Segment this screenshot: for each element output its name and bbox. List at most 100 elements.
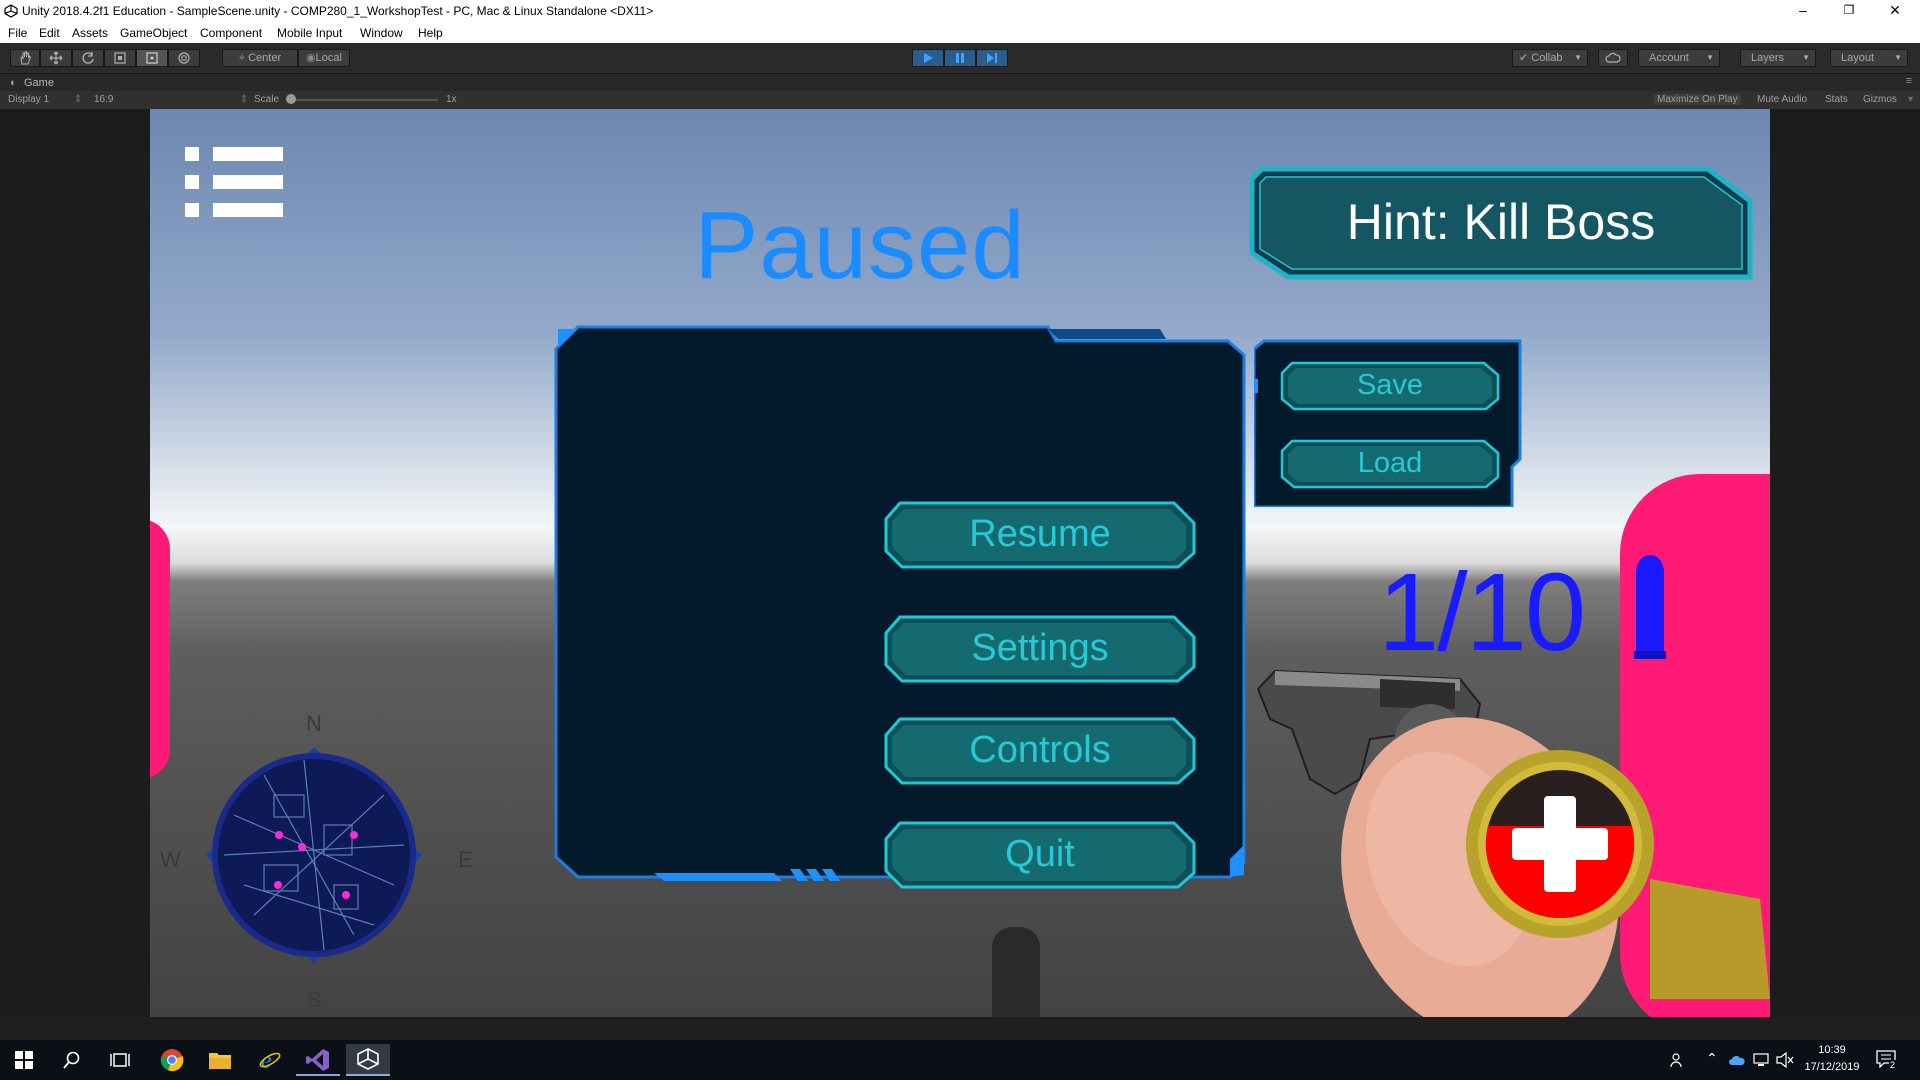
chevron-down-icon: ▼ [1706,53,1714,62]
taskbar-file-explorer[interactable] [198,1044,242,1076]
menu-component[interactable]: Component [200,26,262,40]
maximize-on-play-toggle[interactable]: Maximize On Play [1654,94,1741,105]
transform-tool-button[interactable] [168,49,200,67]
stats-toggle[interactable]: Stats [1825,94,1848,105]
chevron-down-icon: ▾ [1908,94,1914,105]
windows-start-button[interactable] [2,1044,46,1076]
scale-label: Scale [254,94,280,105]
internet-explorer-icon: e [259,1048,281,1072]
restore-button[interactable]: ❐ [1826,0,1872,23]
play-button[interactable] [912,49,944,67]
task-view-button[interactable] [98,1044,142,1076]
layers-label: Layers [1751,52,1785,64]
windows-taskbar: e ⌃ 10:39 17/12/2019 2 [0,1040,1920,1080]
quit-label: Quit [1005,833,1075,875]
controls-button[interactable]: Controls [884,717,1196,785]
settings-button[interactable]: Settings [884,615,1196,683]
ground-shadow [992,927,1040,1017]
display-dropdown[interactable]: Display 1 [8,94,49,105]
move-tool-button[interactable] [40,49,72,67]
unity-logo-icon [4,4,18,18]
collab-label: Collab [1531,52,1563,64]
account-dropdown[interactable]: Account ▼ [1638,49,1720,67]
menu-help[interactable]: Help [418,26,443,40]
quit-button[interactable]: Quit [884,821,1196,889]
menu-gameobject[interactable]: GameObject [120,26,187,40]
check-icon: ✔ [1519,52,1529,64]
step-button[interactable] [976,49,1008,67]
hand-tool-button[interactable] [10,49,40,67]
hamburger-menu-icon[interactable] [185,147,285,217]
ammo-counter: 1/10 [1378,551,1586,674]
rect-tool-button[interactable] [136,49,168,67]
pivot-local-button[interactable]: ◉Local [298,49,350,67]
taskbar-chrome[interactable] [150,1044,194,1076]
load-button[interactable]: Load [1280,439,1500,489]
gizmos-dropdown[interactable]: Gizmos [1863,94,1897,105]
scale-slider-track[interactable] [288,99,438,101]
taskbar-visual-studio[interactable] [296,1044,340,1076]
minimap [206,747,422,963]
mute-audio-toggle[interactable]: Mute Audio [1757,94,1807,105]
health-kit-icon [1466,750,1654,938]
save-button[interactable]: Save [1280,361,1500,411]
pause-panel-frame [554,325,1246,881]
chrome-icon [160,1049,184,1072]
game-view[interactable]: Paused Hint: Kill Boss Resume Settings C… [150,109,1770,1017]
aspect-dropdown[interactable]: 16:9 [94,94,113,105]
game-control-bar: Display 1 ⇕ 16:9 ⇕ Scale 1x Maximize On … [0,91,1920,110]
aspect-dropdown-caret: ⇕ [240,94,249,105]
hint-banner: Hint: Kill Boss [1248,161,1754,283]
action-center-button[interactable]: 2 [1876,1048,1900,1072]
people-icon[interactable] [1670,1052,1686,1068]
menu-file[interactable]: File [8,26,27,40]
display-dropdown-caret: ⇕ [74,94,83,105]
menu-assets[interactable]: Assets [72,26,108,40]
menu-mobile-input[interactable]: Mobile Input [277,26,342,40]
layers-dropdown[interactable]: Layers ▼ [1740,49,1816,67]
rotate-tool-button[interactable] [72,49,104,67]
menu-window[interactable]: Window [360,26,403,40]
notification-count: 2 [1889,1060,1897,1070]
transform-icon [178,52,190,64]
paused-title: Paused [694,192,1026,299]
menu-bar: File Edit Assets GameObject Component Mo… [0,23,1920,43]
collab-dropdown[interactable]: ✔ Collab ▼ [1512,49,1588,67]
minimize-button[interactable]: – [1780,0,1826,23]
cloud-button[interactable] [1598,49,1628,67]
controls-label: Controls [969,729,1111,771]
windows-logo-icon [15,1051,33,1069]
network-icon[interactable] [1752,1052,1770,1068]
main-toolbar: ⌖ Center ◉Local ✔ Collab ▼ Account ▼ Lay… [0,43,1920,74]
chevron-down-icon: ▼ [1574,53,1582,62]
scale-slider-thumb[interactable] [286,94,296,104]
pause-menu-panel: Resume Settings Controls Quit [554,325,1248,889]
volume-muted-icon[interactable] [1776,1052,1794,1068]
step-icon [987,53,997,63]
search-button[interactable] [50,1044,94,1076]
resume-button[interactable]: Resume [884,501,1196,569]
task-view-icon [110,1053,130,1067]
game-tab[interactable]: Game [24,77,54,89]
folder-icon [209,1053,231,1069]
menu-edit[interactable]: Edit [39,26,60,40]
pause-button[interactable] [944,49,976,67]
layout-dropdown[interactable]: Layout ▼ [1830,49,1908,67]
compass-south: S [307,987,322,1012]
scale-tool-button[interactable] [104,49,136,67]
taskbar-internet-explorer[interactable]: e [248,1044,292,1076]
pivot-center-button[interactable]: ⌖ Center [222,49,298,67]
clock-date[interactable]: 17/12/2019 [1796,1061,1868,1073]
tab-menu-icon[interactable]: ≡ [1906,75,1912,87]
play-icon [924,53,933,63]
cloud-icon [1605,52,1621,63]
close-button[interactable]: ✕ [1872,0,1918,23]
show-hidden-icons-chevron-icon[interactable]: ⌃ [1706,1050,1718,1067]
taskbar-unity[interactable] [346,1044,390,1076]
hint-text: Hint: Kill Boss [1346,194,1656,250]
unity-logo-icon [357,1048,379,1070]
load-label: Load [1357,447,1423,479]
onedrive-cloud-icon[interactable] [1728,1054,1746,1066]
clock-time[interactable]: 10:39 [1800,1044,1864,1056]
compass-east: E [458,847,473,872]
